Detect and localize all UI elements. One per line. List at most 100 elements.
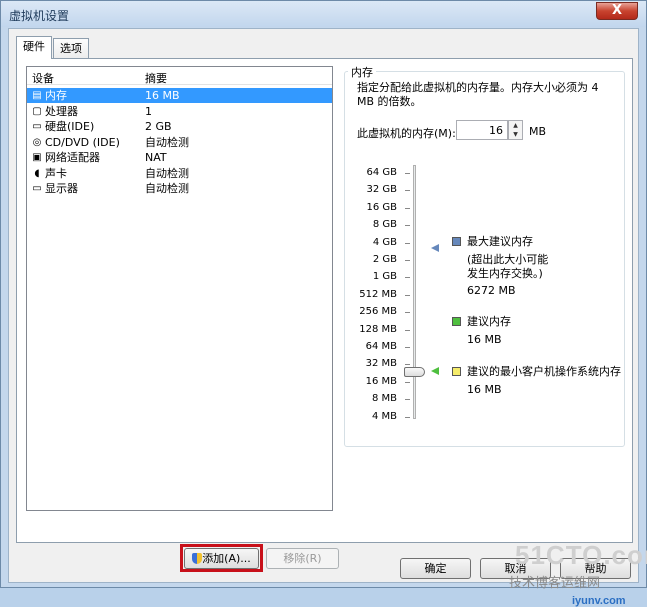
processor-icon: ▢ — [32, 105, 42, 117]
device-row[interactable]: ◎ CD/DVD (IDE) 自动检测 — [27, 135, 332, 150]
add-button-label: 添加(A)... — [202, 552, 251, 565]
device-summary: 自动检测 — [145, 182, 189, 195]
device-row[interactable]: ▭ 显示器 自动检测 — [27, 181, 332, 196]
device-summary: NAT — [145, 151, 167, 164]
max-recommended-legend-icon — [452, 237, 461, 246]
recommended-marker-icon — [431, 367, 439, 375]
device-name: 网络适配器 — [45, 151, 100, 164]
memory-scale-tick — [405, 277, 410, 279]
device-row[interactable]: ▭ 硬盘(IDE) 2 GB — [27, 119, 332, 134]
device-row[interactable]: ▢ 处理器 1 — [27, 104, 332, 119]
memory-scale-label: 64 MB — [365, 341, 397, 352]
max-recommended-note-line1: (超出此大小可能 — [467, 253, 549, 266]
memory-scale-tick — [405, 225, 410, 227]
memory-slider-track[interactable] — [413, 165, 416, 419]
memory-scale-tick — [405, 364, 410, 366]
memory-unit-label: MB — [529, 125, 547, 138]
memory-scale-label: 32 GB — [366, 184, 397, 196]
max-recommended-value: 6272 MB — [467, 284, 516, 297]
memory-scale-tick — [405, 190, 410, 192]
memory-scale-label: 16 MB — [365, 375, 397, 387]
tab-hardware[interactable]: 硬件 — [16, 36, 52, 59]
memory-scale-tick — [405, 173, 410, 174]
device-name: 处理器 — [45, 104, 78, 118]
max-recommended-note-line2: 发生内存交换。) — [467, 267, 543, 280]
device-row[interactable]: ◖ 声卡 自动检测 — [27, 166, 332, 181]
memory-description: 指定分配给此虚拟机的内存量。内存大小必须为 4 MB 的倍数。 — [357, 81, 599, 108]
memory-scale-label: 64 GB — [366, 167, 397, 178]
guest-min-title: 建议的最小客户机操作系统内存 — [467, 365, 621, 378]
memory-scale-label: 16 GB — [366, 201, 397, 213]
recommended-value: 16 MB — [467, 333, 502, 346]
device-name: CD/DVD (IDE) — [45, 135, 120, 149]
device-summary: 自动检测 — [145, 135, 189, 149]
add-button[interactable]: 添加(A)... — [184, 548, 259, 569]
memory-slider-thumb[interactable] — [404, 367, 425, 377]
device-list-header: 设备 摘要 — [27, 67, 332, 85]
network-adapter-icon: ▣ — [32, 152, 42, 163]
device-summary: 16 MB — [145, 89, 180, 102]
max-recommended-marker-icon — [431, 244, 439, 252]
window-title: 虚拟机设置 — [9, 9, 70, 23]
sound-card-icon: ◖ — [34, 167, 40, 179]
device-name: 硬盘(IDE) — [45, 120, 95, 133]
guest-min-value: 16 MB — [467, 383, 502, 396]
memory-scale-tick — [405, 294, 410, 296]
close-button[interactable]: X — [596, 2, 638, 20]
title-bar[interactable]: 虚拟机设置 X — [1, 1, 646, 27]
memory-scale-label: 128 MB — [359, 323, 397, 335]
memory-scale-label: 1 GB — [372, 271, 397, 283]
ok-button[interactable]: 确定 — [400, 558, 471, 579]
recommended-title: 建议内存 — [467, 315, 511, 328]
device-name: 声卡 — [45, 166, 67, 180]
memory-scale-tick — [405, 381, 410, 383]
spin-up-icon[interactable]: ▲ — [509, 121, 522, 130]
device-summary: 1 — [145, 104, 152, 118]
device-row[interactable]: ▤ 内存 16 MB — [27, 88, 332, 103]
memory-icon: ▤ — [32, 90, 42, 101]
watermark-iyunv: iyunv.com — [572, 595, 626, 607]
vm-memory-label: 此虚拟机的内存(M): — [357, 127, 456, 140]
memory-scale-label: 512 MB — [359, 288, 397, 300]
device-summary: 2 GB — [145, 120, 172, 133]
shield-icon — [192, 553, 203, 564]
watermark-51cto: 51CTO.com — [515, 540, 647, 570]
device-list[interactable]: 设备 摘要 ▤ 内存 16 MB ▢ 处理器 1 ▭ 硬盘(IDE) 2 GB ◎ CD/DVD (… — [26, 66, 333, 511]
guest-min-legend-icon — [452, 367, 461, 376]
memory-scale-tick — [405, 347, 410, 348]
hard-disk-icon: ▭ — [32, 121, 42, 132]
memory-spinner[interactable]: ▲ ▼ — [508, 120, 523, 140]
tab-options[interactable]: 选项 — [53, 38, 89, 59]
remove-button[interactable]: 移除(R) — [266, 548, 339, 569]
display-icon: ▭ — [32, 183, 42, 194]
memory-scale-tick — [405, 329, 410, 331]
hardware-tab-panel: 设备 摘要 ▤ 内存 16 MB ▢ 处理器 1 ▭ 硬盘(IDE) 2 GB ◎ CD/DVD (… — [16, 58, 633, 572]
column-header-summary[interactable]: 摘要 — [145, 70, 167, 86]
memory-scale-tick — [405, 242, 410, 244]
device-summary: 自动检测 — [145, 166, 189, 180]
memory-scale-tick — [405, 399, 410, 401]
watermark-blog: 技术博客运维网 — [509, 576, 601, 591]
vm-settings-window: 虚拟机设置 X 硬件 选项 设备 摘要 ▤ 内存 16 MB ▢ 处理器 1 ▭ 硬盘(IDE… — [0, 0, 647, 607]
memory-scale-label: 32 MB — [365, 358, 397, 370]
memory-scale-label: 4 MB — [371, 410, 397, 422]
memory-scale-tick — [405, 207, 410, 209]
dialog-client-area: 硬件 选项 设备 摘要 ▤ 内存 16 MB ▢ 处理器 1 ▭ 硬盘(IDE) 2 GB ◎ CD… — [8, 28, 647, 607]
memory-size-input[interactable] — [456, 120, 508, 140]
memory-scale-label: 4 GB — [372, 236, 397, 248]
memory-scale-tick — [405, 416, 410, 418]
memory-scale-label: 8 GB — [372, 219, 397, 231]
recommended-legend-icon — [452, 317, 461, 326]
device-row[interactable]: ▣ 网络适配器 NAT — [27, 150, 332, 165]
memory-scale-label: 256 MB — [359, 306, 397, 318]
cd-dvd-icon: ◎ — [32, 136, 42, 148]
device-name: 内存 — [45, 89, 67, 102]
spin-down-icon[interactable]: ▼ — [509, 130, 522, 139]
memory-group-title: 内存 — [348, 64, 376, 80]
memory-scale-label: 8 MB — [371, 393, 397, 405]
max-recommended-title: 最大建议内存 — [467, 235, 533, 248]
column-header-device[interactable]: 设备 — [32, 70, 54, 86]
device-name: 显示器 — [45, 182, 78, 195]
memory-scale-label: 2 GB — [372, 254, 397, 265]
memory-scale-tick — [405, 260, 410, 261]
